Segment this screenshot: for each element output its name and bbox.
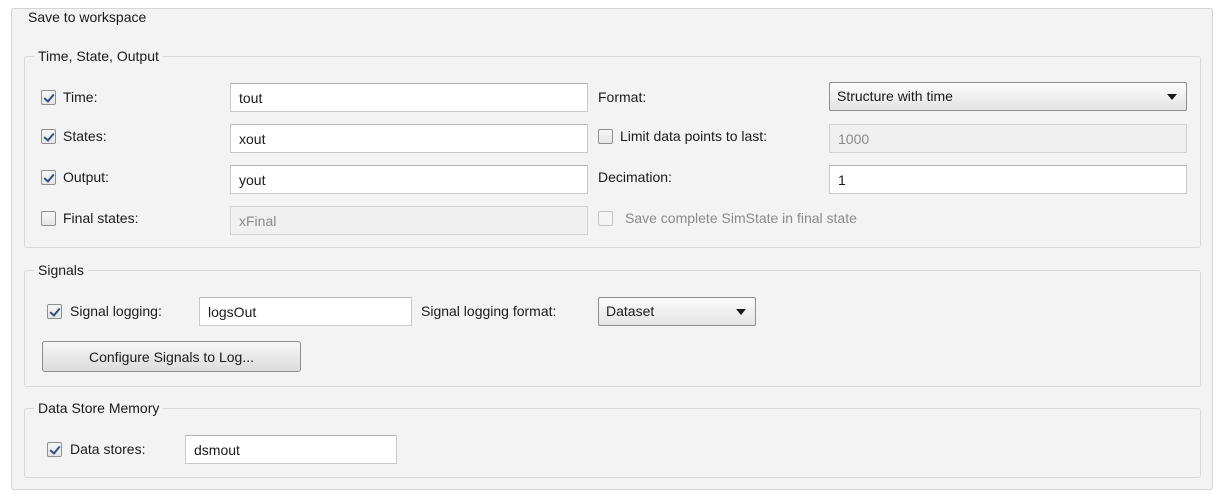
save-simstate-label: Save complete SimState in final state [625, 210, 857, 226]
signal-logging-format-selected-value: Dataset [606, 303, 655, 319]
signal-logging-checkbox[interactable] [47, 304, 62, 319]
data-stores-variable-input[interactable] [185, 435, 397, 464]
output-label: Output: [63, 169, 109, 185]
limit-data-points-input[interactable] [829, 124, 1187, 153]
format-label: Format: [598, 89, 647, 105]
save-to-workspace-title: Save to workspace [24, 9, 151, 25]
save-simstate-checkbox[interactable] [598, 211, 613, 226]
time-label: Time: [63, 89, 98, 105]
chevron-down-icon [1167, 94, 1177, 100]
signal-logging-label: Signal logging: [70, 303, 162, 319]
final-states-label: Final states: [63, 210, 139, 226]
format-selected-value: Structure with time [837, 88, 953, 104]
chevron-down-icon [736, 309, 746, 315]
decimation-input[interactable] [829, 165, 1187, 194]
time-checkbox[interactable] [41, 90, 56, 105]
format-dropdown[interactable]: Structure with time [829, 82, 1187, 111]
limit-data-points-checkbox[interactable] [598, 129, 613, 144]
data-store-memory-title: Data Store Memory [34, 400, 164, 416]
output-checkbox[interactable] [41, 170, 56, 185]
decimation-label: Decimation: [598, 169, 672, 185]
data-stores-checkbox[interactable] [47, 442, 62, 457]
output-variable-input[interactable] [230, 165, 588, 194]
signals-title: Signals [34, 262, 88, 278]
time-state-output-title: Time, State, Output [34, 48, 163, 64]
states-checkbox[interactable] [41, 129, 56, 144]
time-variable-input[interactable] [230, 83, 588, 112]
signal-logging-variable-input[interactable] [199, 297, 412, 326]
configure-signals-button[interactable]: Configure Signals to Log... [42, 341, 301, 372]
limit-data-points-label: Limit data points to last: [620, 128, 768, 144]
signal-logging-format-label: Signal logging format: [421, 303, 557, 319]
final-states-variable-input[interactable] [230, 206, 588, 235]
states-label: States: [63, 128, 107, 144]
final-states-checkbox[interactable] [41, 211, 56, 226]
data-stores-label: Data stores: [70, 441, 146, 457]
signal-logging-format-dropdown[interactable]: Dataset [598, 297, 756, 326]
states-variable-input[interactable] [230, 124, 588, 153]
